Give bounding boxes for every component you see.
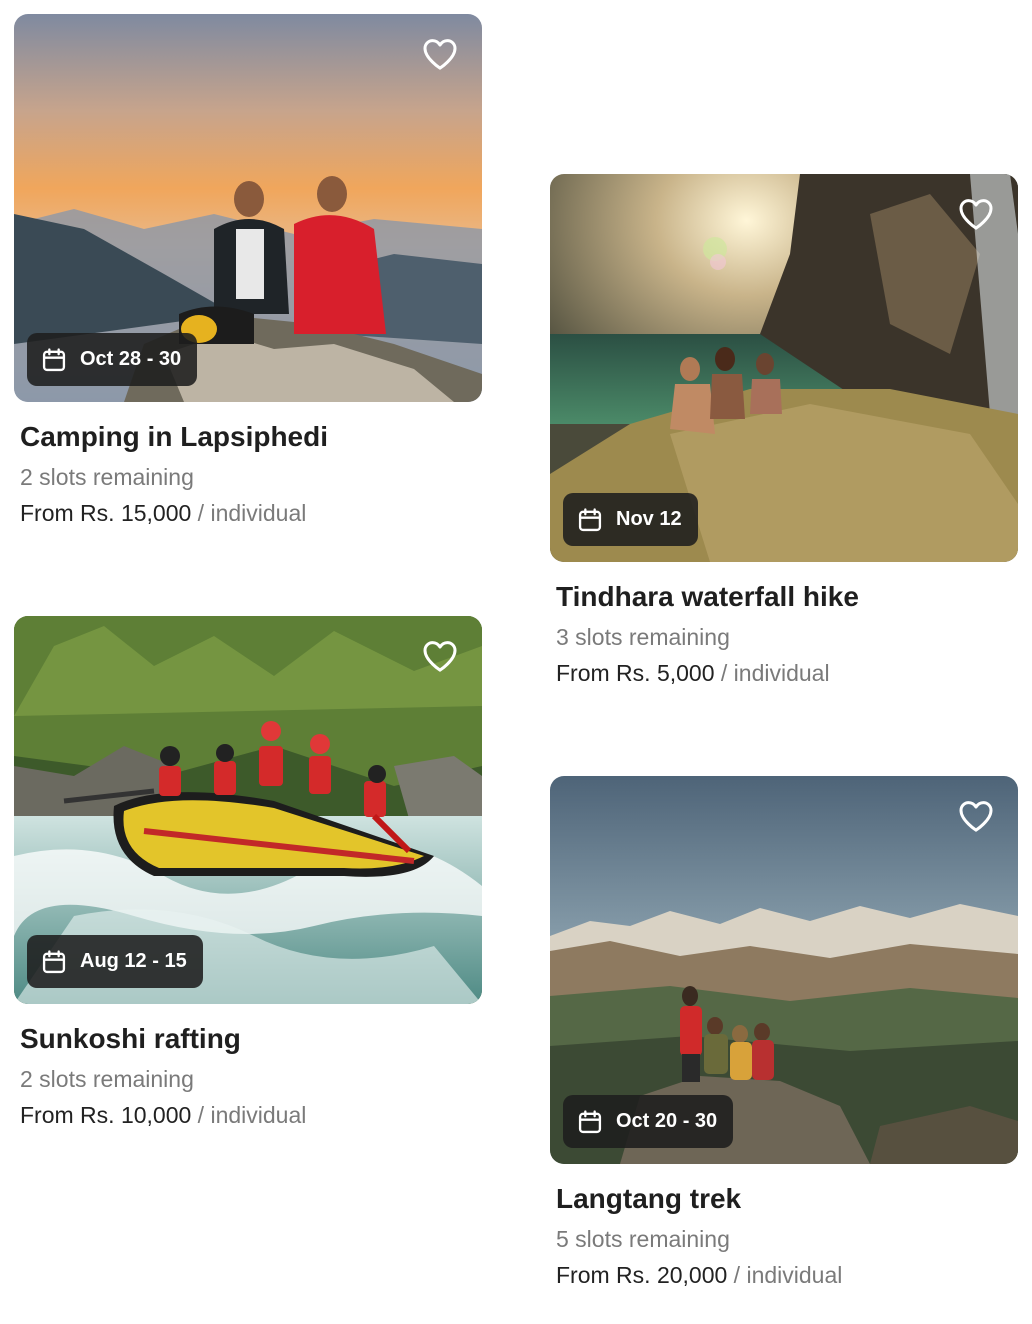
favorite-button[interactable] xyxy=(418,32,462,76)
slots-remaining: 2 slots remaining xyxy=(20,464,194,490)
trip-price: From Rs. 5,000 / individual xyxy=(550,658,1018,688)
trip-price: From Rs. 20,000 / individual xyxy=(550,1260,1018,1290)
trip-card-rafting[interactable]: Aug 12 - 15 Sunkoshi rafting 2 slots rem… xyxy=(14,616,482,1130)
favorite-button[interactable] xyxy=(418,634,462,678)
trip-photo: Oct 20 - 30 xyxy=(550,776,1018,1164)
trip-photo: Nov 12 xyxy=(550,174,1018,562)
calendar-icon xyxy=(42,949,66,973)
trip-card-camping[interactable]: Oct 28 - 30 Camping in Lapsiphedi 2 slot… xyxy=(14,14,482,528)
date-badge: Oct 28 - 30 xyxy=(27,333,198,386)
price-unit: / individual xyxy=(714,660,830,686)
calendar-icon xyxy=(578,1109,602,1133)
trip-card-waterfall[interactable]: Nov 12 Tindhara waterfall hike 3 slots r… xyxy=(550,174,1018,688)
price-unit: / individual xyxy=(191,500,307,526)
price-unit: / individual xyxy=(191,1102,307,1128)
favorite-button[interactable] xyxy=(954,794,998,838)
date-badge: Oct 20 - 30 xyxy=(563,1095,734,1148)
trip-photo: Oct 28 - 30 xyxy=(14,14,482,402)
calendar-icon xyxy=(42,347,66,371)
date-text: Aug 12 - 15 xyxy=(80,950,187,972)
date-badge: Nov 12 xyxy=(563,493,698,546)
price-amount: From Rs. 5,000 xyxy=(556,660,715,686)
favorite-button[interactable] xyxy=(954,192,998,236)
trip-card-trek[interactable]: Oct 20 - 30 Langtang trek 5 slots remain… xyxy=(550,776,1018,1290)
date-text: Nov 12 xyxy=(616,508,682,530)
trip-price: From Rs. 10,000 / individual xyxy=(14,1100,482,1130)
heart-outline-icon xyxy=(959,801,993,832)
trip-title[interactable]: Langtang trek xyxy=(550,1182,1018,1216)
date-text: Oct 28 - 30 xyxy=(80,348,182,370)
trip-title[interactable]: Camping in Lapsiphedi xyxy=(14,420,482,454)
date-badge: Aug 12 - 15 xyxy=(27,935,203,988)
slots-remaining: 5 slots remaining xyxy=(556,1226,730,1252)
price-unit: / individual xyxy=(727,1262,843,1288)
heart-outline-icon xyxy=(959,199,993,230)
trip-title[interactable]: Sunkoshi rafting xyxy=(14,1022,482,1056)
heart-outline-icon xyxy=(423,39,457,70)
price-amount: From Rs. 20,000 xyxy=(556,1262,728,1288)
price-amount: From Rs. 10,000 xyxy=(20,1102,192,1128)
slots-remaining: 2 slots remaining xyxy=(20,1066,194,1092)
price-amount: From Rs. 15,000 xyxy=(20,500,192,526)
date-text: Oct 20 - 30 xyxy=(616,1110,718,1132)
trip-photo: Aug 12 - 15 xyxy=(14,616,482,1004)
heart-outline-icon xyxy=(423,641,457,672)
calendar-icon xyxy=(578,507,602,531)
slots-remaining: 3 slots remaining xyxy=(556,624,730,650)
trip-price: From Rs. 15,000 / individual xyxy=(14,498,482,528)
trip-title[interactable]: Tindhara waterfall hike xyxy=(550,580,1018,614)
